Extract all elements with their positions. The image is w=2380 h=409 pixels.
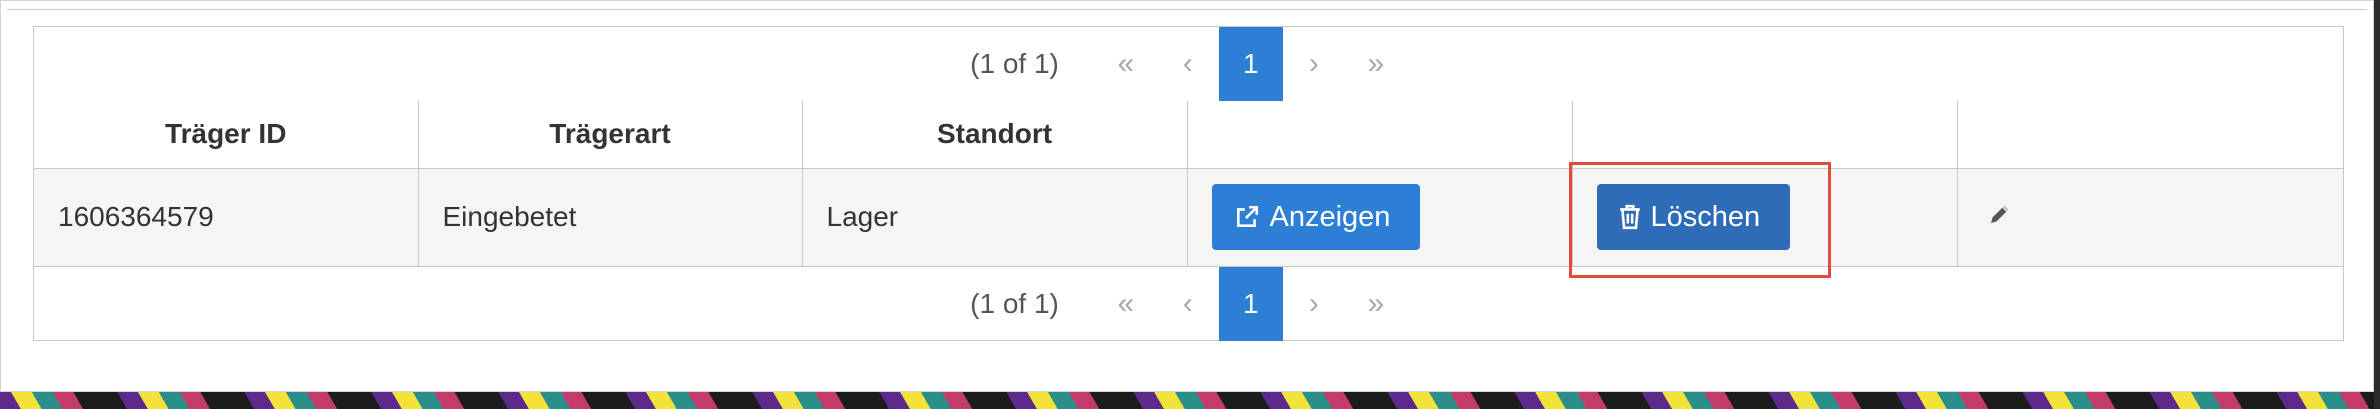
dialog-header-divider	[7, 9, 2367, 10]
right-icon[interactable]: ›	[1283, 267, 1345, 341]
table-row[interactable]: 1606364579 Eingebetet Lager Anzeigen Lös…	[34, 168, 2343, 267]
background-edge	[2374, 0, 2380, 409]
left-icon[interactable]: ‹	[1157, 27, 1219, 101]
trash-icon	[1619, 204, 1641, 230]
cell-edit	[1957, 168, 2343, 267]
column-header-traeger-id[interactable]: Träger ID	[34, 101, 419, 169]
left-icon[interactable]: ‹	[1157, 267, 1219, 341]
show-button[interactable]: Anzeigen	[1211, 184, 1421, 250]
cell-traeger-id: 1606364579	[34, 168, 419, 267]
cell-delete: Löschen	[1572, 168, 1958, 267]
delete-button-label: Löschen	[1650, 200, 1761, 233]
table-header-row: Träger ID Trägerart Standort	[34, 101, 2343, 169]
data-table-container: (1 of 1) « ‹ 1 › » Träger ID Trägerart S…	[33, 26, 2344, 341]
right-icon[interactable]: ›	[1283, 27, 1345, 101]
paginator-bottom: (1 of 1) « ‹ 1 › »	[34, 267, 2343, 341]
cell-traegerart: Eingebetet	[418, 168, 803, 267]
column-header-show	[1187, 101, 1573, 169]
paginator-report: (1 of 1)	[970, 48, 1059, 79]
delete-button[interactable]: Löschen	[1596, 184, 1791, 250]
double-left-icon[interactable]: «	[1095, 27, 1157, 101]
pencil-icon[interactable]	[1988, 201, 2012, 232]
column-header-traegerart[interactable]: Trägerart	[418, 101, 803, 169]
column-header-standort[interactable]: Standort	[802, 101, 1188, 169]
double-right-icon[interactable]: »	[1345, 267, 1407, 341]
column-header-edit	[1957, 101, 2343, 169]
page-button[interactable]: 1	[1218, 27, 1283, 101]
paginator-report: (1 of 1)	[970, 288, 1059, 319]
cell-standort: Lager	[802, 168, 1188, 267]
data-table: Träger ID Trägerart Standort 1606364579 …	[34, 101, 2343, 267]
dialog: (1 of 1) « ‹ 1 › » Träger ID Trägerart S…	[0, 0, 2374, 392]
double-left-icon[interactable]: «	[1095, 267, 1157, 341]
double-right-icon[interactable]: »	[1345, 27, 1407, 101]
cell-show: Anzeigen	[1187, 168, 1573, 267]
page-button[interactable]: 1	[1218, 267, 1283, 341]
show-button-label: Anzeigen	[1269, 200, 1391, 233]
external-link-icon	[1234, 204, 1260, 230]
column-header-delete	[1572, 101, 1958, 169]
paginator-top: (1 of 1) « ‹ 1 › »	[34, 27, 2343, 102]
